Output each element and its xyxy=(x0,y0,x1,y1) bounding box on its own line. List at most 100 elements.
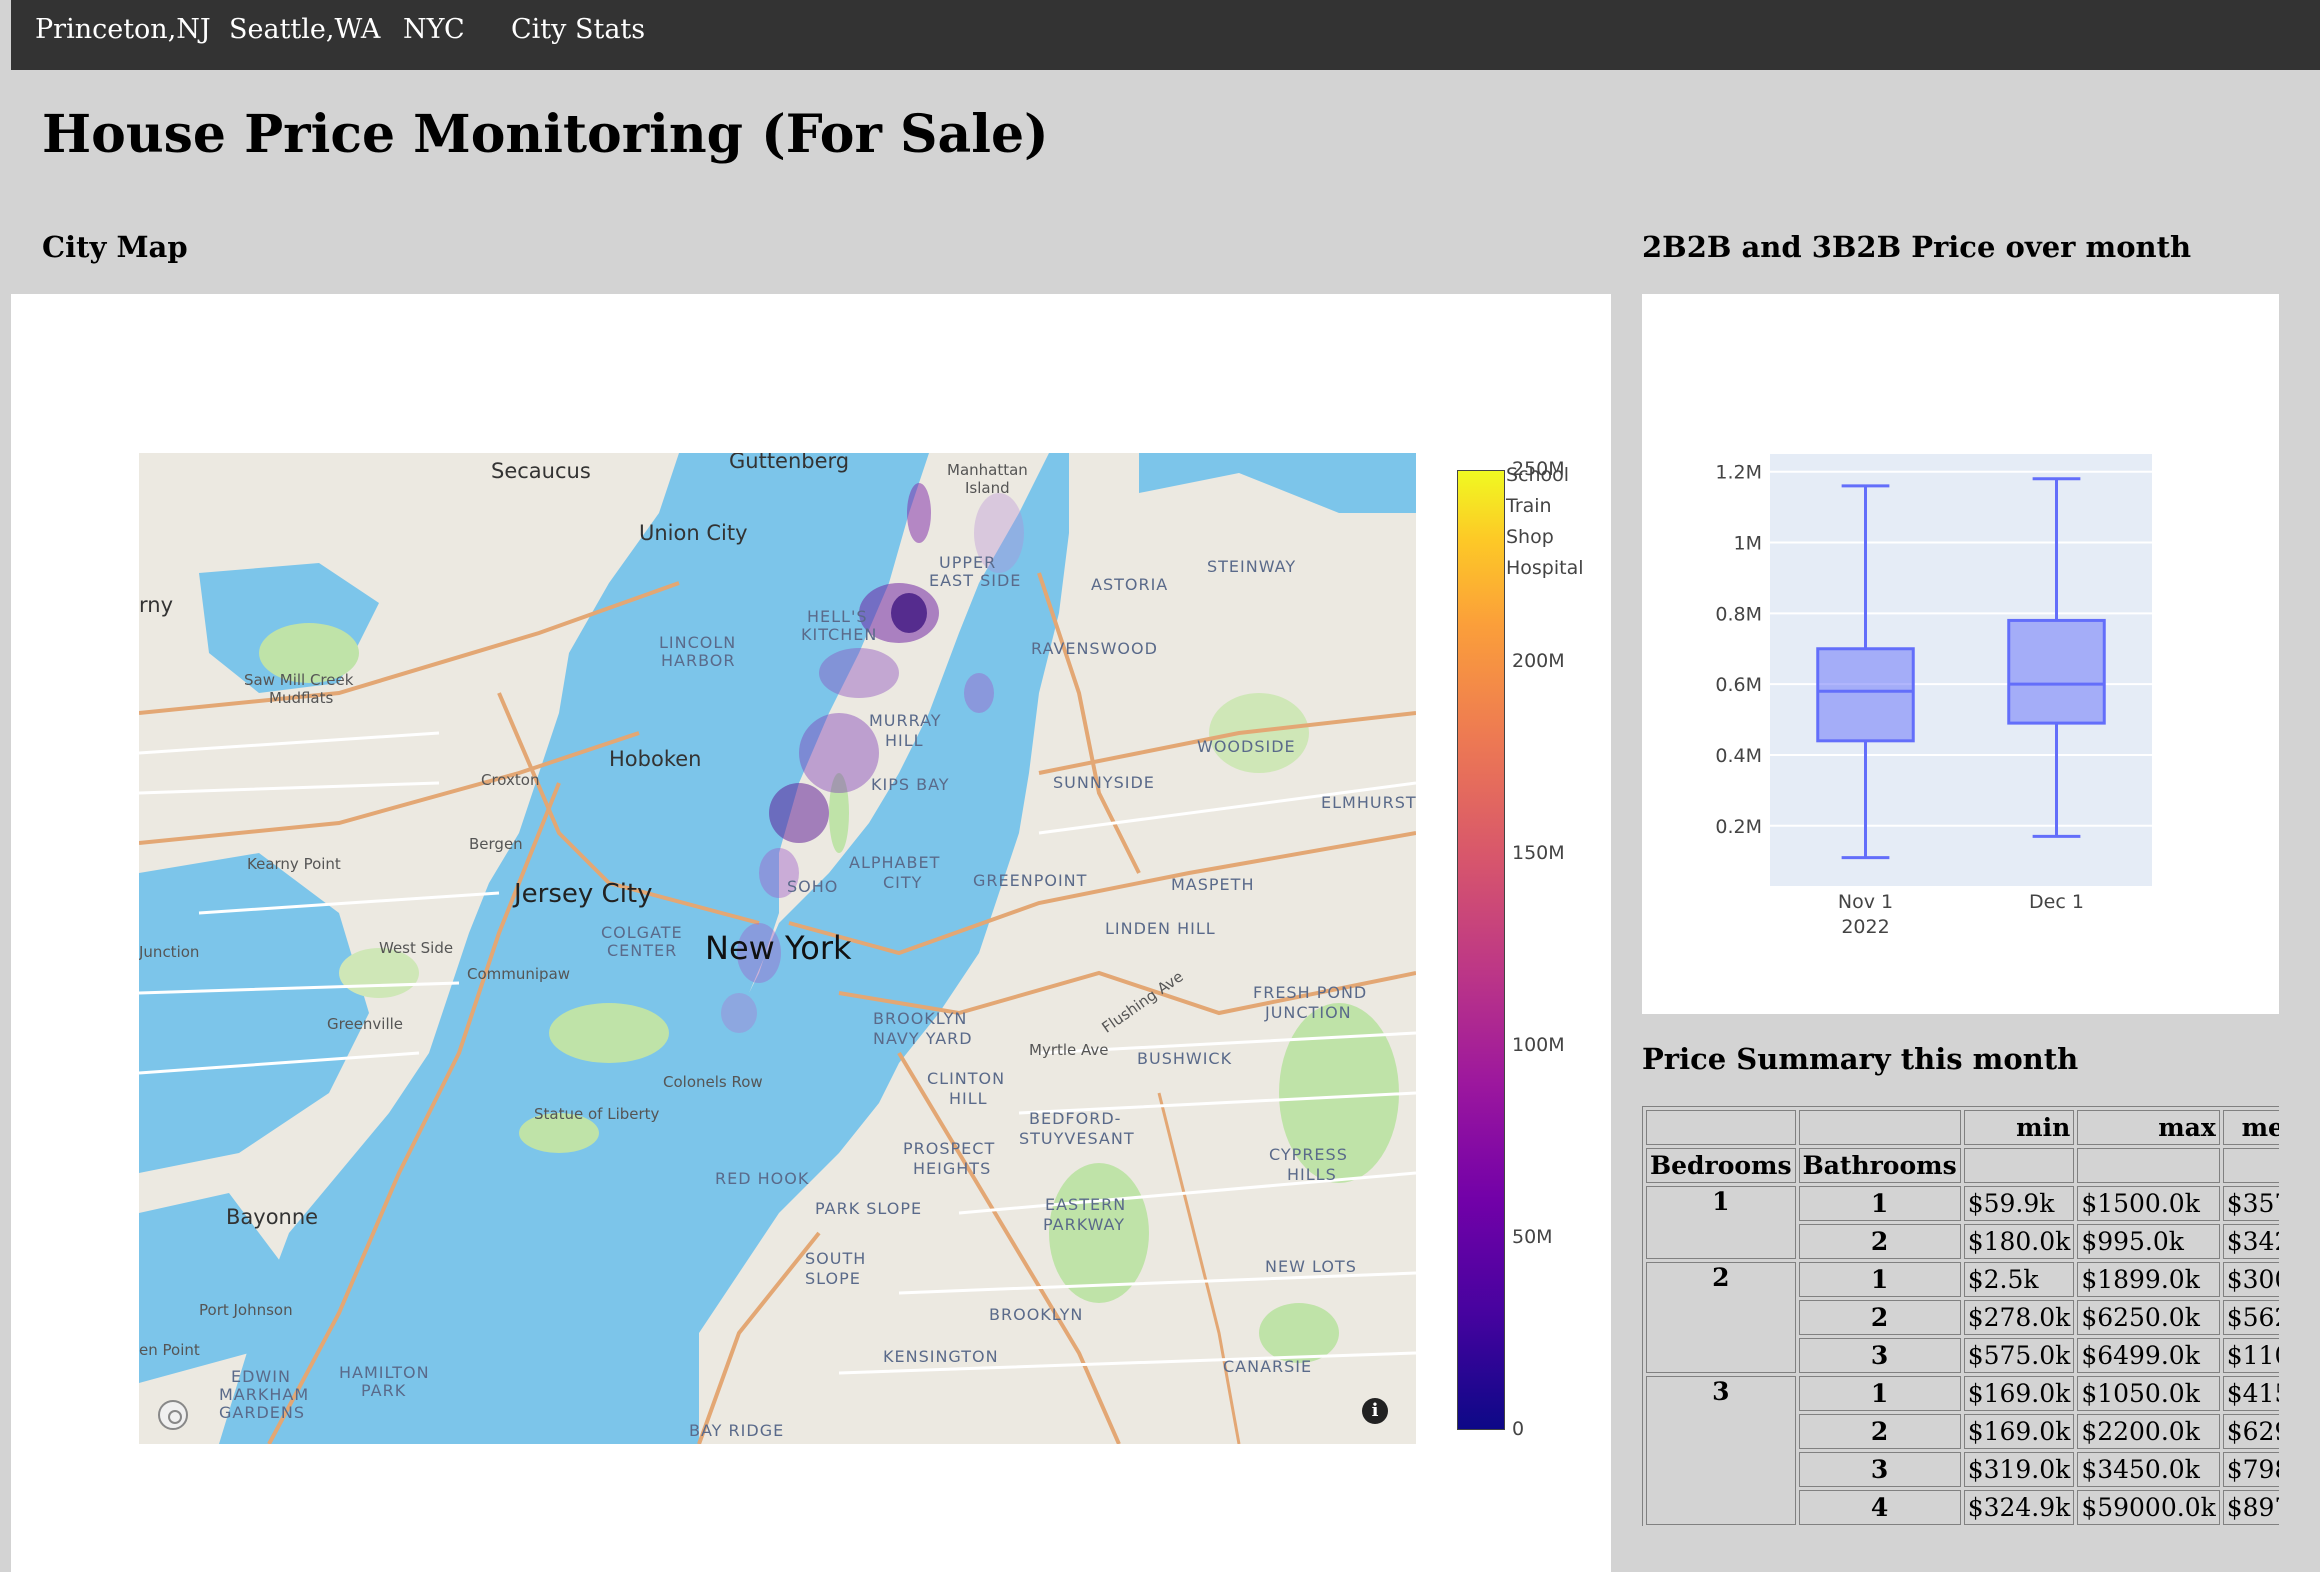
map-label-linden-hill: LINDEN HILL xyxy=(1105,919,1216,938)
map-label-brooklyn-navy-2: NAVY YARD xyxy=(873,1029,973,1048)
x-tick-label: Dec 1 xyxy=(2029,891,2084,913)
map-label-myrtle: Myrtle Ave xyxy=(1029,1041,1109,1059)
map-label-kensington: KENSINGTON xyxy=(883,1347,999,1366)
max-cell: $3450.0k xyxy=(2077,1452,2220,1487)
map-label-edwin-3: GARDENS xyxy=(219,1403,306,1422)
legend-hospital[interactable]: Hospital xyxy=(1506,557,1584,579)
city-map[interactable]: Secaucus Guttenberg Union City Hoboken J… xyxy=(139,453,1416,1444)
y-tick-label: 0.4M xyxy=(1715,745,1762,767)
min-cell: $169.0k xyxy=(1963,1414,2075,1449)
header-empty xyxy=(2222,1148,2279,1183)
header-empty xyxy=(2077,1148,2220,1183)
min-cell: $278.0k xyxy=(1963,1300,2075,1335)
min-cell: $59.9k xyxy=(1963,1186,2075,1221)
map-label-saw-mill: Saw Mill Creek xyxy=(244,671,354,689)
map-label-cypress-2: HILLS xyxy=(1287,1165,1337,1184)
min-cell: $324.9k xyxy=(1963,1490,2075,1525)
map-label-ravenswood: RAVENSWOOD xyxy=(1031,639,1158,658)
map-label-elmhurst: ELMHURST xyxy=(1321,793,1416,812)
y-tick-label: 0.6M xyxy=(1715,674,1762,696)
map-label-point: en Point xyxy=(139,1341,200,1359)
table-row: 31$169.0k$1050.0k$415.0k xyxy=(1646,1376,2279,1525)
median-cell: $562.5k xyxy=(2222,1300,2279,1335)
map-label-new-lots: NEW LOTS xyxy=(1265,1257,1357,1276)
nav-link-city-stats[interactable]: City Stats xyxy=(511,14,645,45)
map-label-red-hook: RED HOOK xyxy=(715,1169,810,1188)
map-label-murray-hill-2: HILL xyxy=(885,731,924,750)
map-label-new-york: New York xyxy=(705,929,852,967)
bedrooms-cell: 3 xyxy=(1646,1376,1796,1525)
min-cell: $575.0k xyxy=(1963,1338,2075,1373)
map-label-murray-hill: MURRAY xyxy=(869,711,942,730)
map-label-brooklyn: BROOKLYN xyxy=(989,1305,1084,1324)
map-label-bayonne: Bayonne xyxy=(226,1205,319,1229)
price-summary-table-wrap[interactable]: min max median Bedrooms Bathrooms 11$59.… xyxy=(1642,1106,2279,1526)
y-axis-ticks: 1.2M 1M 0.8M 0.6M 0.4M 0.2M xyxy=(1715,462,1762,838)
map-label-colgate: COLGATE xyxy=(601,923,683,942)
legend-train[interactable]: Train xyxy=(1506,495,1552,517)
colorbar-tick-100m: 100M xyxy=(1512,1034,1565,1056)
median-cell: $1100.0k xyxy=(2222,1338,2279,1373)
map-label-canarsie: CANARSIE xyxy=(1223,1357,1313,1376)
y-tick-label: 0.2M xyxy=(1715,816,1762,838)
bedrooms-cell: 2 xyxy=(1646,1262,1796,1373)
min-cell: $2.5k xyxy=(1963,1262,2075,1297)
bathrooms-cell: 1 xyxy=(1798,1186,1961,1221)
bathrooms-cell: 3 xyxy=(1798,1452,1961,1487)
legend-school[interactable]: School xyxy=(1506,464,1569,486)
map-label-upper-east: UPPER xyxy=(939,553,997,572)
map-label-edwin-2: MARKHAM xyxy=(219,1385,310,1404)
map-label-bergen: Bergen xyxy=(469,835,523,853)
map-info-icon[interactable]: i xyxy=(1362,1398,1388,1424)
min-cell: $169.0k xyxy=(1963,1376,2075,1411)
map-label-fresh-pond-2: JUNCTION xyxy=(1265,1003,1352,1022)
table-row: 21$2.5k$1899.0k$300.0k xyxy=(1646,1262,2279,1373)
map-label-greenville: Greenville xyxy=(327,1015,404,1033)
map-label-sunnyside: SUNNYSIDE xyxy=(1053,773,1155,792)
y-tick-label: 0.8M xyxy=(1715,603,1762,625)
map-label-south-slope-2: SLOPE xyxy=(805,1269,861,1288)
map-locate-icon[interactable] xyxy=(158,1400,188,1430)
map-label-upper-east-2: EAST SIDE xyxy=(929,571,1022,590)
map-label-alphabet: ALPHABET xyxy=(849,853,941,872)
map-label-prospect-2: HEIGHTS xyxy=(913,1159,992,1178)
map-label-alphabet-2: CITY xyxy=(883,873,923,892)
map-label-hoboken: Hoboken xyxy=(609,747,702,771)
map-label-maspeth: MASPETH xyxy=(1171,875,1255,894)
map-label-communipaw: Communipaw xyxy=(467,965,571,983)
legend-shop[interactable]: Shop xyxy=(1506,526,1554,548)
map-label-woodside: WOODSIDE xyxy=(1197,737,1296,756)
x-tick-sublabel: 2022 xyxy=(1841,916,1889,938)
max-cell: $1500.0k xyxy=(2077,1186,2220,1221)
map-label-bushwick: BUSHWICK xyxy=(1137,1049,1233,1068)
colorbar-tick-0: 0 xyxy=(1512,1418,1525,1440)
max-cell: $1899.0k xyxy=(2077,1262,2220,1297)
map-label-manhattan-island: Manhattan xyxy=(947,461,1028,479)
map-label-clinton-hill-2: HILL xyxy=(949,1089,988,1108)
colorbar-tick-200m: 200M xyxy=(1512,650,1565,672)
map-label-brooklyn-navy: BROOKLYN xyxy=(873,1009,968,1028)
map-label-junction: Junction xyxy=(139,943,200,961)
map-colorbar xyxy=(1457,470,1505,1430)
map-section-title: City Map xyxy=(42,230,188,264)
map-label-manhattan-island-2: Island xyxy=(965,479,1010,497)
colorbar-tick-150m: 150M xyxy=(1512,842,1565,864)
median-cell: $897.5k xyxy=(2222,1490,2279,1525)
nav-link-nyc[interactable]: NYC xyxy=(403,14,465,45)
map-label-clinton-hill: CLINTON xyxy=(927,1069,1006,1088)
map-label-bedford-2: STUYVESANT xyxy=(1019,1129,1135,1148)
map-label-park-slope: PARK SLOPE xyxy=(815,1199,923,1218)
box-chart[interactable]: 1.2M 1M 0.8M 0.6M 0.4M 0.2M Nov 1 2022 Dec 1 xyxy=(1642,294,2279,1014)
map-label-lincoln-harbor: LINCOLN xyxy=(659,633,737,652)
min-cell: $319.0k xyxy=(1963,1452,2075,1487)
price-summary-table: min max median Bedrooms Bathrooms 11$59.… xyxy=(1642,1106,2279,1526)
max-cell: $995.0k xyxy=(2077,1224,2220,1259)
nav-link-princeton[interactable]: Princeton,NJ xyxy=(35,14,211,45)
bathrooms-cell: 2 xyxy=(1798,1414,1961,1449)
map-label-eastern-parkway-2: PARKWAY xyxy=(1043,1215,1126,1234)
nav-link-seattle[interactable]: Seattle,WA xyxy=(229,14,380,45)
map-label-west-side: West Side xyxy=(379,939,454,957)
table-section-title: Price Summary this month xyxy=(1642,1042,2079,1076)
header-max: max xyxy=(2077,1110,2220,1145)
map-label-eastern-parkway: EASTERN xyxy=(1045,1195,1127,1214)
